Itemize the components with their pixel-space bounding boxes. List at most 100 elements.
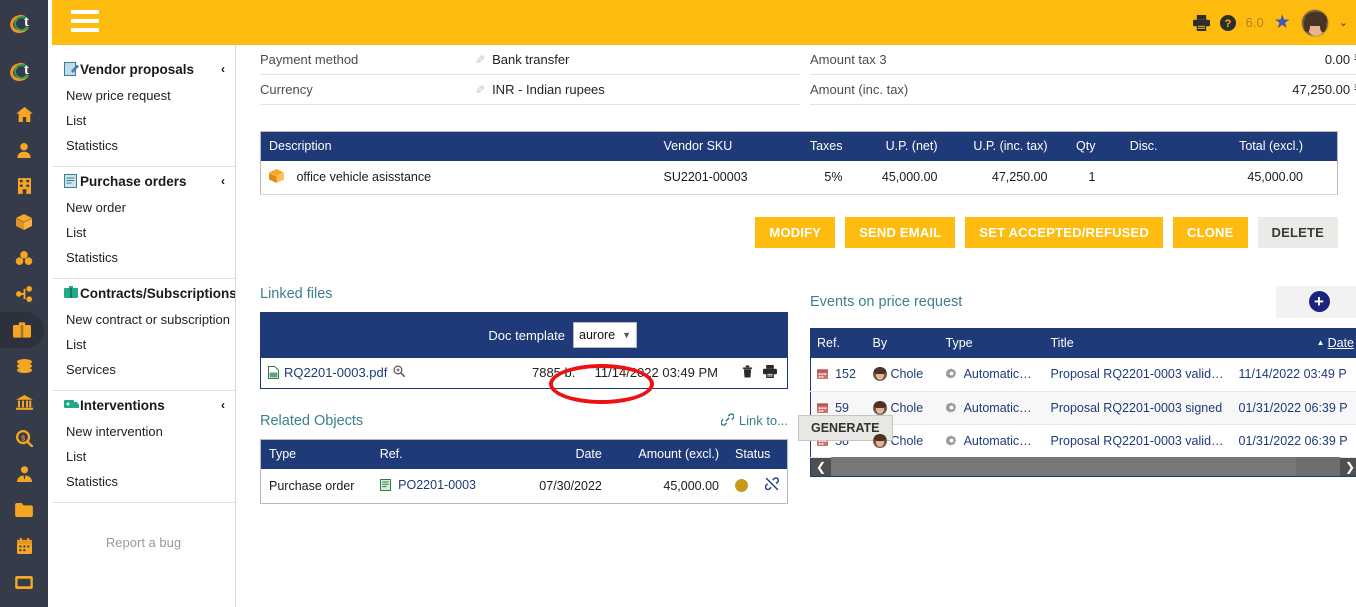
scroll-right-icon[interactable]: ❯ <box>1340 460 1356 474</box>
printer-icon[interactable] <box>1192 14 1210 31</box>
events-title[interactable]: Events on price request <box>810 294 962 310</box>
sidebar-header-purchase-orders[interactable]: Purchase orders ‹ <box>52 167 235 195</box>
pencil-icon[interactable]: ✎ <box>475 83 485 97</box>
linked-file-row[interactable]: RQ2201-0003.pdf 7885 b. 11/14/2022 03:49… <box>261 357 787 388</box>
send-email-button[interactable]: SEND EMAIL <box>845 216 956 248</box>
col-ref[interactable]: Ref. <box>810 328 867 358</box>
file-name[interactable]: RQ2201-0003.pdf <box>284 365 387 380</box>
table-header-row: Ref. By Type Title ▲ Date <box>810 328 1356 358</box>
boxes-icon[interactable] <box>0 240 48 276</box>
briefcase-icon[interactable] <box>0 312 44 348</box>
cell-description: office vehicle asisstance <box>260 160 656 195</box>
sidebar-item-statistics[interactable]: Statistics <box>52 245 235 270</box>
svg-text:?: ? <box>1224 18 1231 30</box>
star-icon[interactable]: ★ <box>1274 11 1291 34</box>
cell-qty: 1 <box>1055 160 1104 195</box>
top-bar-actions: ? 6.0 ★ ⌄ <box>1192 0 1348 45</box>
link-to-button[interactable]: Link to... <box>720 412 788 429</box>
col-date-label: Date <box>1327 336 1354 351</box>
sidebar-header-contracts[interactable]: Contracts/Subscriptions ‹ <box>52 279 235 307</box>
sidebar-header-vendor-proposals[interactable]: Vendor proposals ‹ <box>52 55 235 83</box>
cell-title[interactable]: Proposal RQ2201-0003 valida… <box>1044 424 1233 458</box>
print-file-icon[interactable] <box>763 364 777 381</box>
delete-file-icon[interactable] <box>742 364 753 381</box>
hamburger-menu-icon[interactable] <box>71 10 99 32</box>
detail-label: Currency <box>260 82 313 97</box>
chevron-left-icon[interactable]: ‹ <box>221 398 225 412</box>
sidebar-header-interventions[interactable]: Interventions ‹ <box>52 391 235 419</box>
app-logo[interactable]: t <box>0 0 48 48</box>
event-by: Chole <box>890 433 924 448</box>
sidebar-item-new-order[interactable]: New order <box>52 195 235 220</box>
chevron-down-icon[interactable]: ⌄ <box>1339 16 1348 29</box>
linked-files-panel: Doc template aurore ▼ GENERATE RQ2201-00… <box>260 311 893 441</box>
folder-icon[interactable] <box>0 492 48 528</box>
add-event-button[interactable]: + <box>1276 285 1356 318</box>
col-type[interactable]: Type <box>939 328 1045 358</box>
set-accepted-refused-button[interactable]: SET ACCEPTED/REFUSED <box>965 216 1164 248</box>
detail-value: Bank transfer <box>492 52 570 67</box>
report-a-bug-link[interactable]: Report a bug <box>52 535 235 550</box>
cell-up-inc-tax: 47,250.00 <box>945 160 1056 195</box>
detail-column-right: Amount tax 3 0.00 ₹ Amount (inc. tax) 47… <box>810 45 1356 105</box>
sidebar-group-purchase-orders: Purchase orders ‹ New order List Statist… <box>52 167 235 279</box>
delete-button[interactable]: DELETE <box>1257 216 1338 248</box>
scroll-left-icon[interactable]: ❮ <box>811 460 831 474</box>
bank-icon[interactable] <box>0 384 48 420</box>
cell-title[interactable]: Proposal RQ2201-0003 signed <box>1044 391 1233 425</box>
scrollbar-track[interactable] <box>831 457 1340 476</box>
building-icon[interactable] <box>0 168 48 204</box>
home-icon[interactable] <box>0 96 48 132</box>
modify-button[interactable]: MODIFY <box>755 216 836 248</box>
question-mark-icon[interactable]: ? <box>1219 14 1236 31</box>
event-ref: 152 <box>835 367 856 382</box>
detail-column-left: Payment method ✎ Bank transfer Currency … <box>260 45 800 105</box>
events-horizontal-scrollbar[interactable]: ❮ ❯ <box>810 457 1356 477</box>
sidebar-item-statistics[interactable]: Statistics <box>52 469 235 494</box>
user-tie-icon[interactable] <box>0 456 48 492</box>
linked-files-title[interactable]: Linked files <box>260 286 800 302</box>
money-search-icon[interactable]: $ <box>0 420 48 456</box>
sidebar-item-new-intervention[interactable]: New intervention <box>52 419 235 444</box>
table-row[interactable]: office vehicle asisstance SU2201-00003 5… <box>260 160 1338 195</box>
sidebar-item-list[interactable]: List <box>52 108 235 133</box>
sidebar-item-new-contract[interactable]: New contract or subscription <box>52 307 235 332</box>
related-objects-title[interactable]: Related Objects <box>260 413 363 429</box>
sidebar-item-statistics[interactable]: Statistics <box>52 133 235 158</box>
chevron-left-icon[interactable]: ‹ <box>221 62 225 76</box>
table-row[interactable]: 152 Chole Automatica… Proposal RQ2201-00… <box>810 358 1356 392</box>
doc-template-bar: Doc template aurore ▼ GENERATE <box>261 312 893 441</box>
sidebar-item-list[interactable]: List <box>52 332 235 357</box>
sidebar-group-vendor-proposals: Vendor proposals ‹ New price request Lis… <box>52 55 235 167</box>
sidebar-item-list[interactable]: List <box>52 444 235 469</box>
user-icon[interactable] <box>0 132 48 168</box>
avatar[interactable] <box>1300 8 1329 37</box>
sidebar-item-services[interactable]: Services <box>52 357 235 382</box>
col-date[interactable]: ▲ Date <box>1232 328 1356 358</box>
calendar-icon[interactable] <box>0 528 48 564</box>
col-title[interactable]: Title <box>1044 328 1233 358</box>
doc-template-select[interactable]: aurore ▼ <box>573 322 637 348</box>
table-row[interactable]: Purchase order PO2201-0003 07/30/2022 45… <box>260 469 788 504</box>
unlink-icon[interactable] <box>764 477 779 494</box>
money-stack-icon[interactable] <box>0 348 48 384</box>
sidebar-item-list[interactable]: List <box>52 220 235 245</box>
intervention-icon <box>64 398 79 412</box>
pencil-icon[interactable]: ✎ <box>475 53 485 67</box>
cell-title[interactable]: Proposal RQ2201-0003 valida… <box>1044 358 1233 392</box>
box-icon[interactable] <box>0 204 48 240</box>
ref-link[interactable]: PO2201-0003 <box>398 478 476 492</box>
chevron-left-icon[interactable]: ‹ <box>221 174 225 188</box>
scrollbar-thumb[interactable] <box>831 457 1296 476</box>
zoom-preview-icon[interactable] <box>393 365 406 380</box>
app-logo-secondary[interactable]: t <box>0 48 48 96</box>
event-type: Automatica… <box>963 433 1039 448</box>
share-nodes-icon[interactable] <box>0 276 48 312</box>
sidebar-menu: Vendor proposals ‹ New price request Lis… <box>52 45 236 607</box>
col-by[interactable]: By <box>866 328 940 358</box>
cell-type: Purchase order <box>260 469 372 504</box>
clone-button[interactable]: CLONE <box>1173 216 1248 248</box>
ticket-icon[interactable] <box>0 564 48 600</box>
sidebar-item-new-price-request[interactable]: New price request <box>52 83 235 108</box>
col-up-net: U.P. (net) <box>850 131 946 161</box>
